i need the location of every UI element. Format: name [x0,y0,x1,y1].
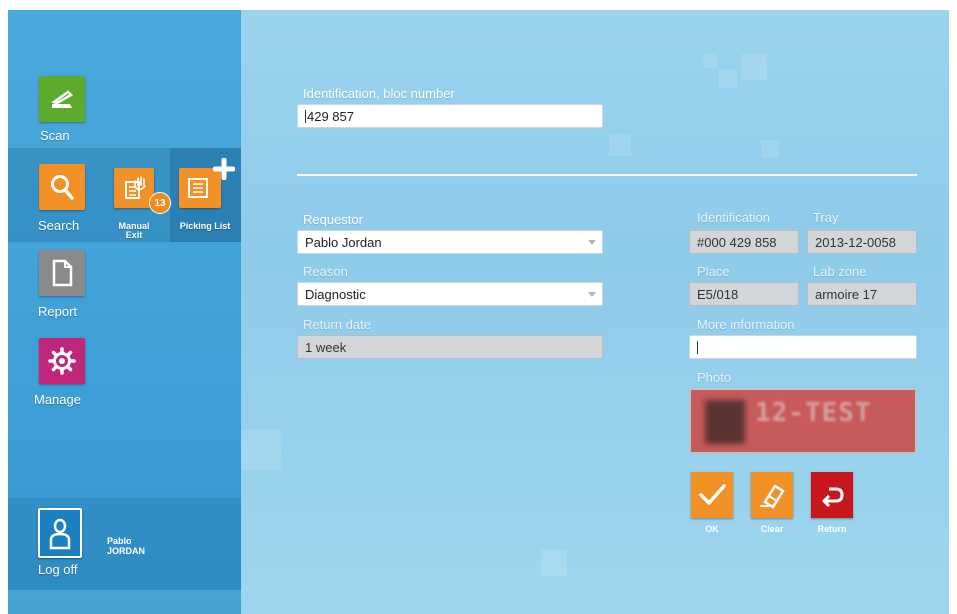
nav-manage-label: Manage [34,392,81,407]
clear-label: Clear [760,524,784,534]
checkmark-icon [699,484,726,505]
document-icon [39,250,85,296]
return-date-label: Return date [303,317,371,332]
identification-value: #000 429 858 [697,235,777,250]
bg-tile [761,140,779,158]
photo-barcode [705,400,745,444]
gear-icon [39,338,85,384]
bg-tile [241,430,281,470]
tray-value: 2013-12-0058 [815,235,896,250]
nav-manage-button[interactable]: Manage [34,338,106,410]
text-caret [305,110,306,123]
text-caret [697,341,698,354]
ok-button[interactable] [691,472,733,518]
identification-bloc-input[interactable]: 429 857 [297,104,603,128]
requestor-label: Requestor [303,212,363,227]
reason-select[interactable]: Diagnostic [297,282,603,306]
nav-scan-button[interactable]: Scan [36,76,96,148]
identification-field: #000 429 858 [689,230,799,254]
more-information-input[interactable] [689,335,917,359]
place-label: Place [697,264,730,279]
photo-image: 12-TEST [689,388,917,454]
lab-zone-value: armoire 17 [815,287,878,302]
requestor-select[interactable]: Pablo Jordan [297,230,603,254]
lab-zone-field: armoire 17 [807,282,917,306]
requestor-value: Pablo Jordan [305,235,382,250]
main-panel: Identification, bloc number 429 857 Requ… [241,10,949,614]
bg-tile [609,134,631,156]
clear-button[interactable] [751,472,793,518]
reason-label: Reason [303,264,348,279]
chevron-down-icon [588,292,596,297]
bg-tile [741,54,767,80]
tray-label: Tray [813,210,839,225]
manual-exit-icon [114,168,154,208]
tray-field: 2013-12-0058 [807,230,917,254]
bg-tile [541,550,567,576]
app-window: Scan Search 13 Manual Exit Picking List … [8,10,949,614]
place-value: E5/018 [697,287,739,302]
nav-manual-exit-label: Manual Exit [118,221,150,240]
return-button[interactable] [811,472,853,518]
nav-search-button[interactable]: Search [34,164,90,236]
manual-exit-badge: 13 [149,192,171,214]
sidebar: Scan Search 13 Manual Exit Picking List … [8,10,241,614]
logoff-button[interactable]: Log off [36,506,96,582]
place-field: E5/018 [689,282,799,306]
photo-label: Photo [697,370,731,385]
return-date-value: 1 week [305,340,347,355]
return-date-field: 1 week [297,335,603,359]
reason-value: Diagnostic [305,287,366,302]
nav-picking-list-label: Picking List [179,221,231,231]
sidebar-footer [8,590,241,614]
more-information-label: More information [697,317,795,332]
identification-label: Identification [697,210,770,225]
user-first-name: Pablo [107,536,132,546]
lab-zone-label: Lab zone [813,264,867,279]
nav-report-label: Report [38,304,78,319]
ok-label: OK [705,524,719,534]
photo-text: 12-TEST [755,398,872,428]
nav-scan-label: Scan [40,128,70,143]
nav-report-button[interactable]: Report [36,250,96,322]
bg-tile [703,54,717,68]
plus-icon [212,157,236,181]
return-arrow-icon [822,487,844,508]
logoff-label: Log off [38,562,78,577]
nav-manual-exit-button[interactable]: 13 Manual Exit [108,156,171,246]
identification-bloc-value: 429 857 [307,109,354,124]
bg-tile [719,70,737,88]
chevron-down-icon [588,240,596,245]
user-icon [38,508,82,558]
nav-picking-list-button[interactable]: Picking List [171,156,241,246]
return-label: Return [817,524,847,534]
user-last-name: JORDAN [107,546,146,556]
identification-bloc-label: Identification, bloc number [303,86,455,101]
nav-search-label: Search [38,218,80,233]
section-divider [297,174,917,176]
magnifier-icon [39,164,85,210]
scanner-icon [39,76,85,122]
eraser-icon [760,484,785,509]
